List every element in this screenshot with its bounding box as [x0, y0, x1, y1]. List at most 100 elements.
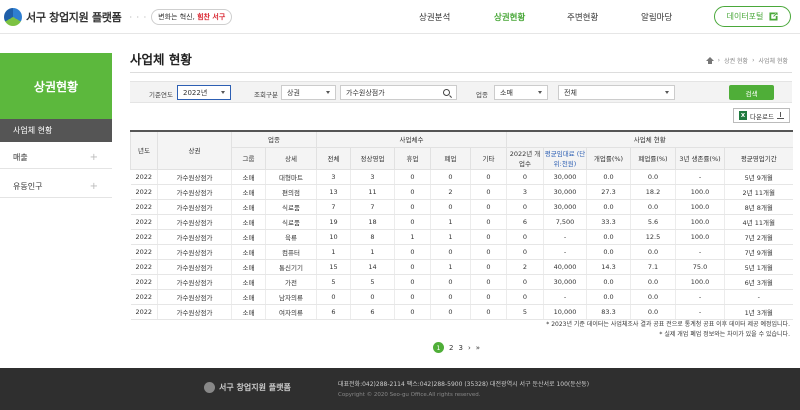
table-cell: 100.0 [675, 214, 725, 230]
table-cell: 1 [394, 229, 431, 245]
home-icon[interactable] [705, 57, 714, 64]
sidebar-item-floating-population[interactable]: 유동인구 + [0, 175, 112, 198]
table-cell: 6 [316, 304, 351, 320]
page-2[interactable]: 2 [449, 344, 453, 352]
table-row: 2022 가수원상점가 소매 남자의류 0 0 0 0 0 0-0.0 0.0- - [130, 289, 793, 305]
table-cell: 1 [430, 259, 471, 275]
table-cell: 소매 [231, 304, 266, 320]
table-cell: 27.3 [586, 184, 631, 200]
col-period: 평균영업기간 [723, 146, 793, 170]
table-cell: 0 [470, 214, 507, 230]
table-cell: 가전 [265, 274, 317, 290]
table-cell: 0 [506, 229, 544, 245]
nav-commercial-analysis[interactable]: 상권분석 [419, 11, 450, 23]
col-opened: 2022년 개업수 [506, 146, 544, 170]
chevron-down-icon [538, 91, 542, 94]
page-3[interactable]: 3 [458, 344, 462, 352]
table-cell: 0 [394, 184, 431, 200]
year-select-value: 2022년 [183, 88, 208, 97]
page-title: 사업체 현황 [130, 52, 192, 67]
col-group: 그룹 [231, 146, 266, 170]
table-notes: * 2023년 기준 데이터는 사업체조사 결과 공표 전으로 통계청 공표 이… [546, 320, 790, 340]
table-cell: 0.0 [586, 274, 631, 290]
table-cell: 0.0 [586, 229, 631, 245]
col-industry: 업종 [231, 130, 317, 148]
table-cell: - [675, 244, 725, 260]
table-cell: 0 [394, 304, 431, 320]
table-cell: 0 [430, 169, 471, 185]
table-cell: 2022 [130, 229, 158, 245]
table-cell: 0.0 [630, 169, 676, 185]
table-cell: 2 [506, 259, 544, 275]
next-page-icon[interactable]: › [468, 344, 471, 352]
table-cell: 가수원상점가 [157, 214, 232, 230]
nav-surroundings[interactable]: 주변현황 [567, 11, 598, 23]
table-cell: 컴퓨터 [265, 244, 317, 260]
site-logo[interactable]: 서구 창업지원 플랫폼 · · · 변화는 혁신, 힘찬 서구 [4, 7, 233, 27]
table-cell: 0 [506, 244, 544, 260]
last-page-icon[interactable]: » [476, 344, 480, 352]
table-cell: 0.0 [586, 244, 631, 260]
table-cell: 0 [394, 274, 431, 290]
table-cell: 가수원상점가 [157, 184, 232, 200]
table-cell: 0 [470, 229, 507, 245]
col-survival: 3년 생존률(%) [675, 146, 725, 170]
search-button[interactable]: 검색 [729, 85, 774, 100]
table-cell: - [675, 289, 725, 305]
col-detail: 상세 [265, 146, 317, 170]
table-cell: 14 [350, 259, 395, 275]
table-cell: 5.6 [630, 214, 676, 230]
col-total: 전체 [316, 146, 351, 170]
plus-icon: + [89, 180, 98, 192]
type-select[interactable]: 상권 [281, 85, 336, 100]
table-row: 2022 가수원상점가 소매 가전 5 5 0 0 0 0 30,000 0.0 0.0 100.0 6년 … [130, 274, 793, 290]
data-portal-label: 데이터포털 [726, 12, 764, 21]
table-cell: 2022 [130, 259, 158, 275]
table-cell: 0 [394, 244, 431, 260]
sub-industry-select[interactable]: 전체 [558, 85, 675, 100]
table-cell: 대형마트 [265, 169, 317, 185]
nav-commercial-status[interactable]: 상권현황 [494, 11, 525, 23]
table-cell: 100.0 [675, 184, 725, 200]
table-cell: 0 [430, 199, 471, 215]
col-year: 년도 [130, 130, 158, 170]
sub-industry-select-value: 전체 [564, 88, 577, 97]
search-icon[interactable] [443, 89, 450, 96]
external-link-icon [769, 12, 778, 21]
chevron-down-icon [221, 91, 225, 94]
industry-select[interactable]: 소매 [494, 85, 548, 100]
year-label: 기준연도 [149, 91, 173, 99]
table-cell: 1 [430, 229, 471, 245]
table-cell: 0.0 [630, 304, 676, 320]
nav-notice[interactable]: 알림마당 [641, 11, 672, 23]
table-cell: 75.0 [675, 259, 725, 275]
breadcrumb-item[interactable]: 상권 현황 [724, 56, 748, 65]
data-portal-button[interactable]: 데이터포털 [714, 6, 791, 27]
table-cell: 19 [316, 214, 351, 230]
year-select[interactable]: 2022년 [177, 85, 231, 100]
table-cell: 0.0 [586, 199, 631, 215]
sidebar-item-business-status[interactable]: 사업체 현황 [0, 119, 112, 142]
area-search-value: 가수원상점가 [346, 88, 385, 97]
download-button[interactable]: X 다운로드 [733, 108, 790, 123]
table-cell: 2022 [130, 244, 158, 260]
table-cell: 2022 [130, 289, 158, 305]
table-cell: 통신기기 [265, 259, 317, 275]
table-cell: 11 [350, 184, 395, 200]
table-cell: - [724, 289, 793, 305]
type-label: 조회구분 [254, 91, 278, 99]
col-business-count: 사업체수 [316, 130, 507, 148]
col-normal: 정상영업 [350, 146, 395, 170]
sidebar-item-label: 매출 [13, 152, 28, 162]
page-1[interactable]: 1 [433, 342, 444, 353]
table-cell: 2022 [130, 274, 158, 290]
slogan-badge: 변화는 혁신, 힘찬 서구 [151, 9, 233, 25]
table-cell: 식료품 [265, 214, 317, 230]
table-cell: 2022 [130, 169, 158, 185]
download-label: 다운로드 [750, 112, 774, 121]
site-footer: 서구 창업지원 플랫폼 대표전화:042)288-2114 팩스:042)288… [0, 368, 800, 410]
table-cell: 0 [430, 304, 471, 320]
col-rent[interactable]: 평균임대료 (단위:천원) [543, 146, 587, 170]
area-search-input[interactable]: 가수원상점가 [340, 85, 457, 100]
sidebar-item-sales[interactable]: 매출 + [0, 146, 112, 169]
